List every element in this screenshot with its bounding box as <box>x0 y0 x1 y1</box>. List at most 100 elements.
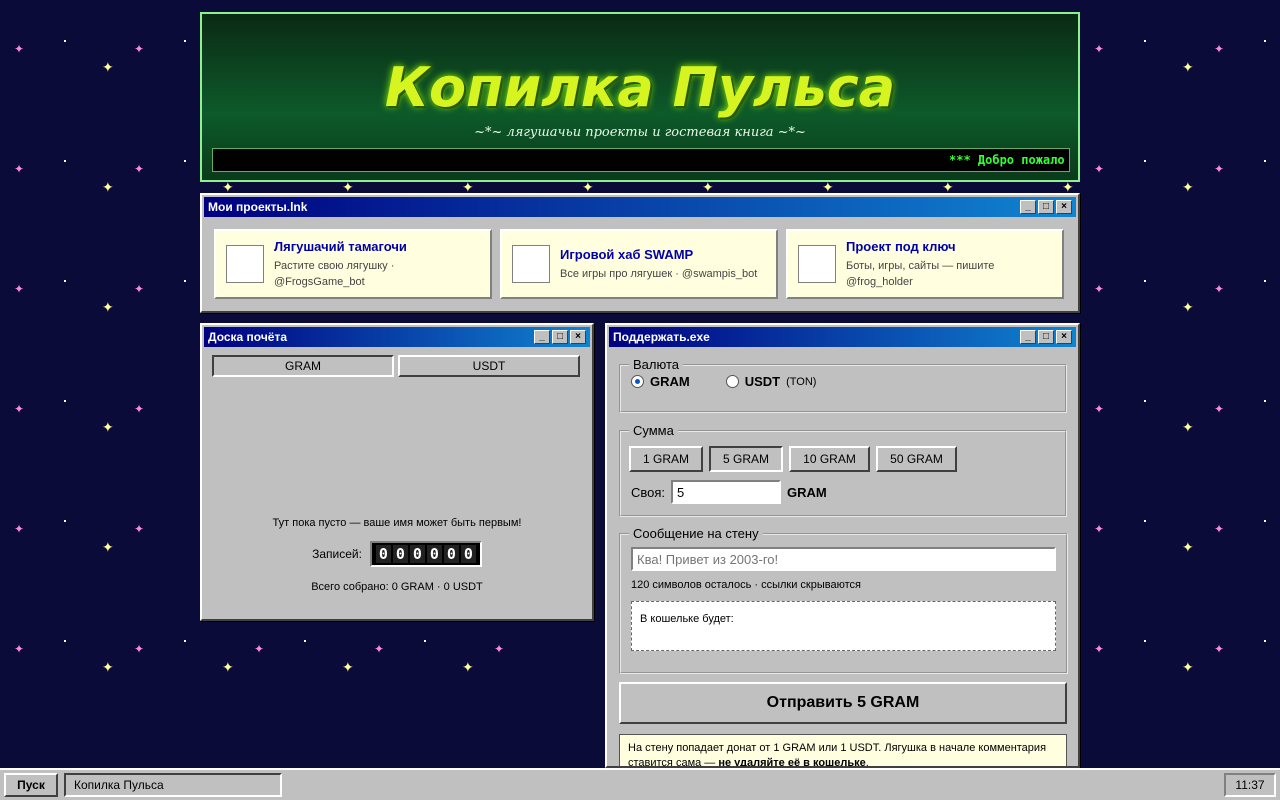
star-icon: ✦ <box>222 659 234 675</box>
amount-legend: Сумма <box>633 423 674 438</box>
minimize-button[interactable]: _ <box>1020 330 1036 344</box>
project-title: Проект под ключ <box>846 238 956 254</box>
star-icon: ✦ <box>134 162 145 176</box>
page-subtitle: ~*~ лягушачьи проекты и гостевая книга ~… <box>474 125 806 140</box>
star-icon: ✦ <box>1182 659 1194 675</box>
star-dot <box>64 280 66 282</box>
support-titlebar[interactable]: Поддержать.exe _ □ × <box>609 327 1076 347</box>
star-icon: ✦ <box>342 659 354 675</box>
radio-usdt-label[interactable]: USDT <box>745 374 780 389</box>
project-desc: Растите свою лягушку · @FrogsGame_bot <box>274 259 395 288</box>
star-icon: ✦ <box>1182 419 1194 435</box>
star-icon: ✦ <box>1182 59 1194 75</box>
star-dot <box>1264 160 1266 162</box>
own-amount-unit: GRAM <box>787 484 827 500</box>
star-icon: ✦ <box>102 539 114 555</box>
counter-digit: 0 <box>460 545 476 563</box>
star-dot <box>424 640 426 642</box>
window-title: Мои проекты.lnk <box>208 200 308 214</box>
marquee-ticker: *** Добро пожало <box>212 148 1070 172</box>
amount-50-button[interactable]: 50 GRAM <box>876 446 957 472</box>
star-dot <box>1264 640 1266 642</box>
star-icon: ✦ <box>1094 642 1105 656</box>
star-dot <box>304 640 306 642</box>
star-dot <box>64 160 66 162</box>
own-amount-label: Своя: <box>631 484 666 500</box>
star-dot <box>1144 40 1146 42</box>
star-icon: ✦ <box>582 179 594 195</box>
star-icon: ✦ <box>1094 282 1105 296</box>
radio-gram[interactable] <box>631 375 644 388</box>
honor-titlebar[interactable]: Доска почёта _ □ × <box>204 327 590 347</box>
amount-10-button[interactable]: 10 GRAM <box>789 446 870 472</box>
own-amount-input[interactable] <box>671 480 782 504</box>
amount-5-button[interactable]: 5 GRAM <box>709 446 783 472</box>
star-icon: ✦ <box>374 642 385 656</box>
project-title: Лягушачий тамагочи <box>274 238 407 254</box>
tools-icon <box>798 245 836 283</box>
star-icon: ✦ <box>1214 162 1225 176</box>
star-icon: ✦ <box>222 179 234 195</box>
message-input[interactable] <box>631 547 1056 571</box>
currency-group: Валюта GRAM USDT (TON) <box>619 357 1067 413</box>
star-dot <box>64 400 66 402</box>
close-button[interactable]: × <box>570 330 586 344</box>
total-collected: Всего собрано: 0 GRAM · 0 USDT <box>311 581 483 593</box>
star-dot <box>1264 40 1266 42</box>
star-icon: ✦ <box>1182 539 1194 555</box>
counter-digit: 0 <box>426 545 442 563</box>
taskbar-task[interactable]: Копилка Пульса <box>64 773 282 797</box>
project-card-tamagotchi[interactable]: Лягушачий тамагочи Растите свою лягушку … <box>214 229 492 299</box>
minimize-button[interactable]: _ <box>534 330 550 344</box>
star-icon: ✦ <box>14 282 25 296</box>
wallet-preview: В кошельке будет: <box>631 601 1056 651</box>
star-icon: ✦ <box>14 642 25 656</box>
star-dot <box>184 40 186 42</box>
star-icon: ✦ <box>1214 42 1225 56</box>
close-button[interactable]: × <box>1056 330 1072 344</box>
start-button[interactable]: Пуск <box>4 773 58 797</box>
maximize-button[interactable]: □ <box>552 330 568 344</box>
send-button[interactable]: Отправить 5 GRAM <box>619 682 1067 724</box>
project-card-turnkey[interactable]: Проект под ключ Боты, игры, сайты — пиши… <box>786 229 1064 299</box>
note-end: . <box>865 757 869 768</box>
counter-digit: 0 <box>375 545 391 563</box>
close-button[interactable]: × <box>1056 200 1072 214</box>
star-icon: ✦ <box>134 42 145 56</box>
star-icon: ✦ <box>14 162 25 176</box>
header-banner: Копилка Пульса ~*~ лягушачьи проекты и г… <box>200 12 1080 182</box>
amount-1-button[interactable]: 1 GRAM <box>629 446 703 472</box>
star-dot <box>64 520 66 522</box>
star-icon: ✦ <box>462 179 474 195</box>
wallet-preview-label: В кошельке будет: <box>640 613 734 625</box>
star-icon: ✦ <box>1182 179 1194 195</box>
radio-usdt[interactable] <box>725 375 739 388</box>
maximize-button[interactable]: □ <box>1038 200 1054 214</box>
star-dot <box>1264 400 1266 402</box>
star-icon: ✦ <box>14 402 25 416</box>
star-dot <box>1144 160 1146 162</box>
maximize-button[interactable]: □ <box>1038 330 1054 344</box>
tab-gram[interactable]: GRAM <box>212 355 394 377</box>
star-icon: ✦ <box>134 402 145 416</box>
project-title: Игровой хаб SWAMP <box>560 246 694 262</box>
star-icon: ✦ <box>1214 642 1225 656</box>
counter-digit: 0 <box>409 545 425 563</box>
project-card-swamp[interactable]: Игровой хаб SWAMP Все игры про лягушек ·… <box>500 229 778 299</box>
radio-usdt-note: (TON) <box>786 375 817 388</box>
star-dot <box>64 640 66 642</box>
counter-digit: 0 <box>443 545 459 563</box>
projects-titlebar[interactable]: Мои проекты.lnk _ □ × <box>204 197 1076 217</box>
empty-state-text: Тут пока пусто — ваше имя может быть пер… <box>272 517 522 529</box>
window-title: Поддержать.exe <box>613 330 710 344</box>
star-icon: ✦ <box>102 659 114 675</box>
star-icon: ✦ <box>102 59 114 75</box>
star-icon: ✦ <box>134 642 145 656</box>
star-icon: ✦ <box>494 642 505 656</box>
star-dot <box>184 160 186 162</box>
star-dot <box>1144 640 1146 642</box>
tab-usdt[interactable]: USDT <box>398 355 580 377</box>
radio-gram-label[interactable]: GRAM <box>650 374 690 389</box>
star-icon: ✦ <box>134 522 145 536</box>
minimize-button[interactable]: _ <box>1020 200 1036 214</box>
